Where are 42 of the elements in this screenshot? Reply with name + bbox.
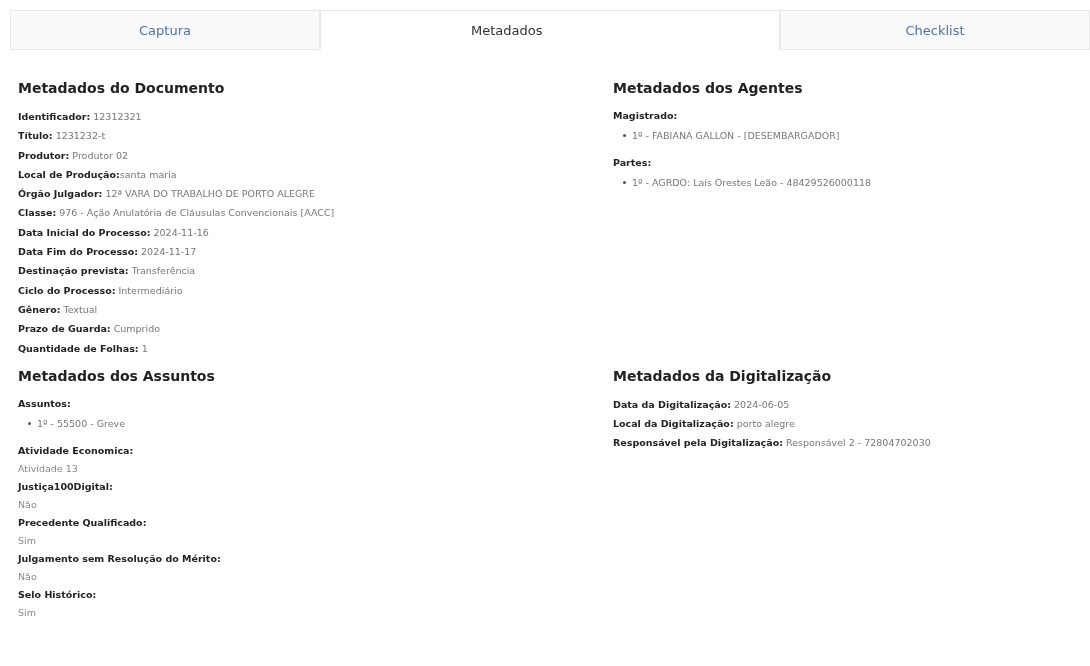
list-item-text: 1º - AGRDO: Laís Orestes Leão - 48429526000118 [632,176,872,190]
field-value: Não [18,569,37,584]
field-text: Responsável pela Digitalização: Responsável 2 - 72804702030 [613,436,931,451]
field-text: Local de Produção:santa maria [18,167,177,182]
list-item-text: 1º - 55500 - Greve [37,416,126,431]
section-heading: Metadados do Documento [18,79,225,98]
field-text: Data da Digitalização: 2024-06-05 [613,397,790,412]
field-text: Data Fim do Processo: 2024-11-17 [18,245,197,260]
field-label: Selo Histórico: [18,587,97,602]
field-text: Data Inicial do Processo: 2024-11-16 [18,225,209,240]
field-label: Julgamento sem Resolução do Mérito: [18,551,221,566]
field-label: Magistrado: [613,109,678,123]
field-value: Não [18,497,37,512]
section-heading: Metadados dos Agentes [613,79,803,98]
section-heading: Metadados dos Assuntos [18,366,215,386]
field-text: Destinação prevista: Transferência [18,264,196,279]
tab[interactable]: Metadados [320,10,780,50]
field-label: Justiça100Digital: [18,479,113,494]
field-text: Classe: 976 - Ação Anulatória de Cláusulas Convencionais [AACC] [18,206,335,221]
bullet-icon [623,181,626,184]
section-heading: Metadados da Digitalização [613,366,832,386]
field-text: Título: 1231232-t [18,129,106,144]
tab[interactable]: Checklist [780,10,1090,50]
field-label: Precedente Qualificado: [18,515,147,530]
tab[interactable]: Captura [10,10,320,50]
list-item-text: 1º - FABIANA GALLON - [DESEMBARGADOR] [632,129,840,143]
field-text: Quantidade de Folhas: 1 [18,341,148,356]
field-label: Assuntos: [18,396,71,411]
field-text: Órgão Julgador: 12ª VARA DO TRABALHO DE PORTO ALEGRE [18,187,315,202]
field-text: Identificador: 12312321 [18,110,142,124]
field-text: Local da Digitalização: porto alegre [613,417,795,432]
field-text: Gênero: Textual [18,302,98,317]
field-text: Prazo de Guarda: Cumprido [18,322,160,337]
bullet-icon [28,421,31,425]
field-label: Partes: [613,156,652,170]
field-text: Produtor: Produtor 02 [18,148,128,163]
field-label: Atividade Economica: [18,443,134,458]
field-text: Ciclo do Processo: Intermediário [18,283,183,298]
bullet-icon [623,134,626,137]
field-value: Sim [18,605,36,620]
field-value: Sim [18,533,36,548]
field-value: Atividade 13 [18,461,78,476]
